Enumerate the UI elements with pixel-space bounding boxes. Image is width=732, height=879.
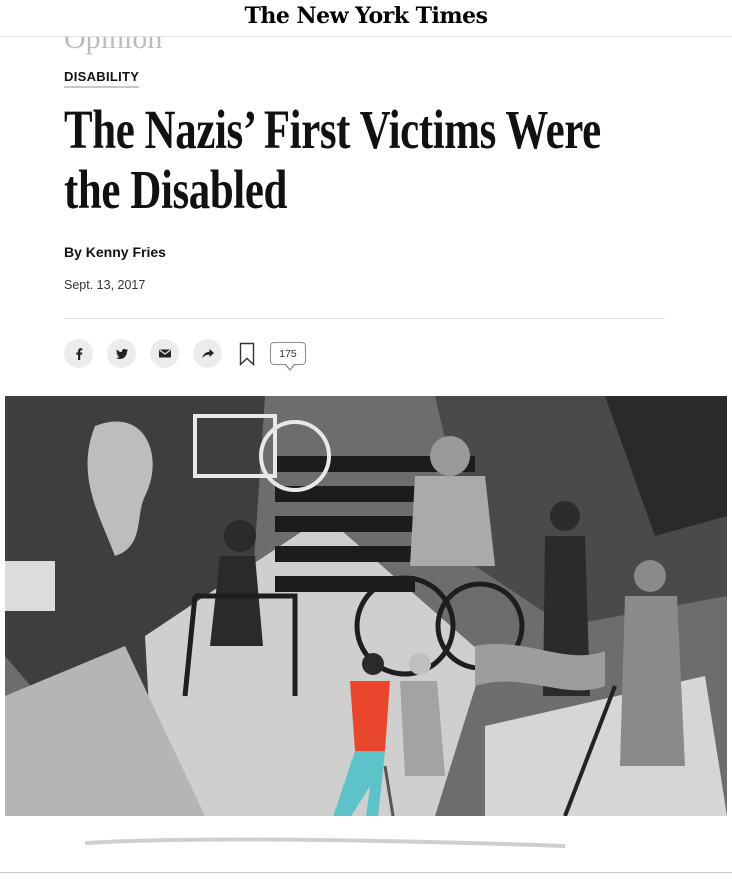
share-toolbar: 175 <box>64 339 306 371</box>
twitter-share-button[interactable] <box>107 339 136 368</box>
comments-button[interactable]: 175 <box>270 342 306 371</box>
lead-illustration-art <box>5 396 727 856</box>
save-article-button[interactable] <box>238 340 256 368</box>
share-icon <box>201 348 214 358</box>
byline: By Kenny Fries <box>64 244 166 260</box>
email-share-button[interactable] <box>150 339 179 368</box>
lead-illustration[interactable] <box>5 396 727 856</box>
comment-count: 175 <box>279 347 297 360</box>
publish-date: Sept. 13, 2017 <box>64 278 146 292</box>
kicker-link[interactable]: DISABILITY <box>64 69 140 88</box>
more-share-button[interactable] <box>193 339 222 368</box>
divider <box>64 318 665 319</box>
email-icon <box>158 349 171 358</box>
facebook-share-button[interactable] <box>64 339 93 368</box>
masthead: The New York Times <box>0 0 732 37</box>
facebook-icon <box>75 347 82 360</box>
bottom-divider <box>0 872 732 873</box>
twitter-icon <box>115 348 128 359</box>
nyt-logo[interactable]: The New York Times <box>244 3 488 29</box>
headline: The Nazis’ First Victims Were the Disabl… <box>64 99 601 220</box>
bookmark-icon <box>239 342 255 366</box>
